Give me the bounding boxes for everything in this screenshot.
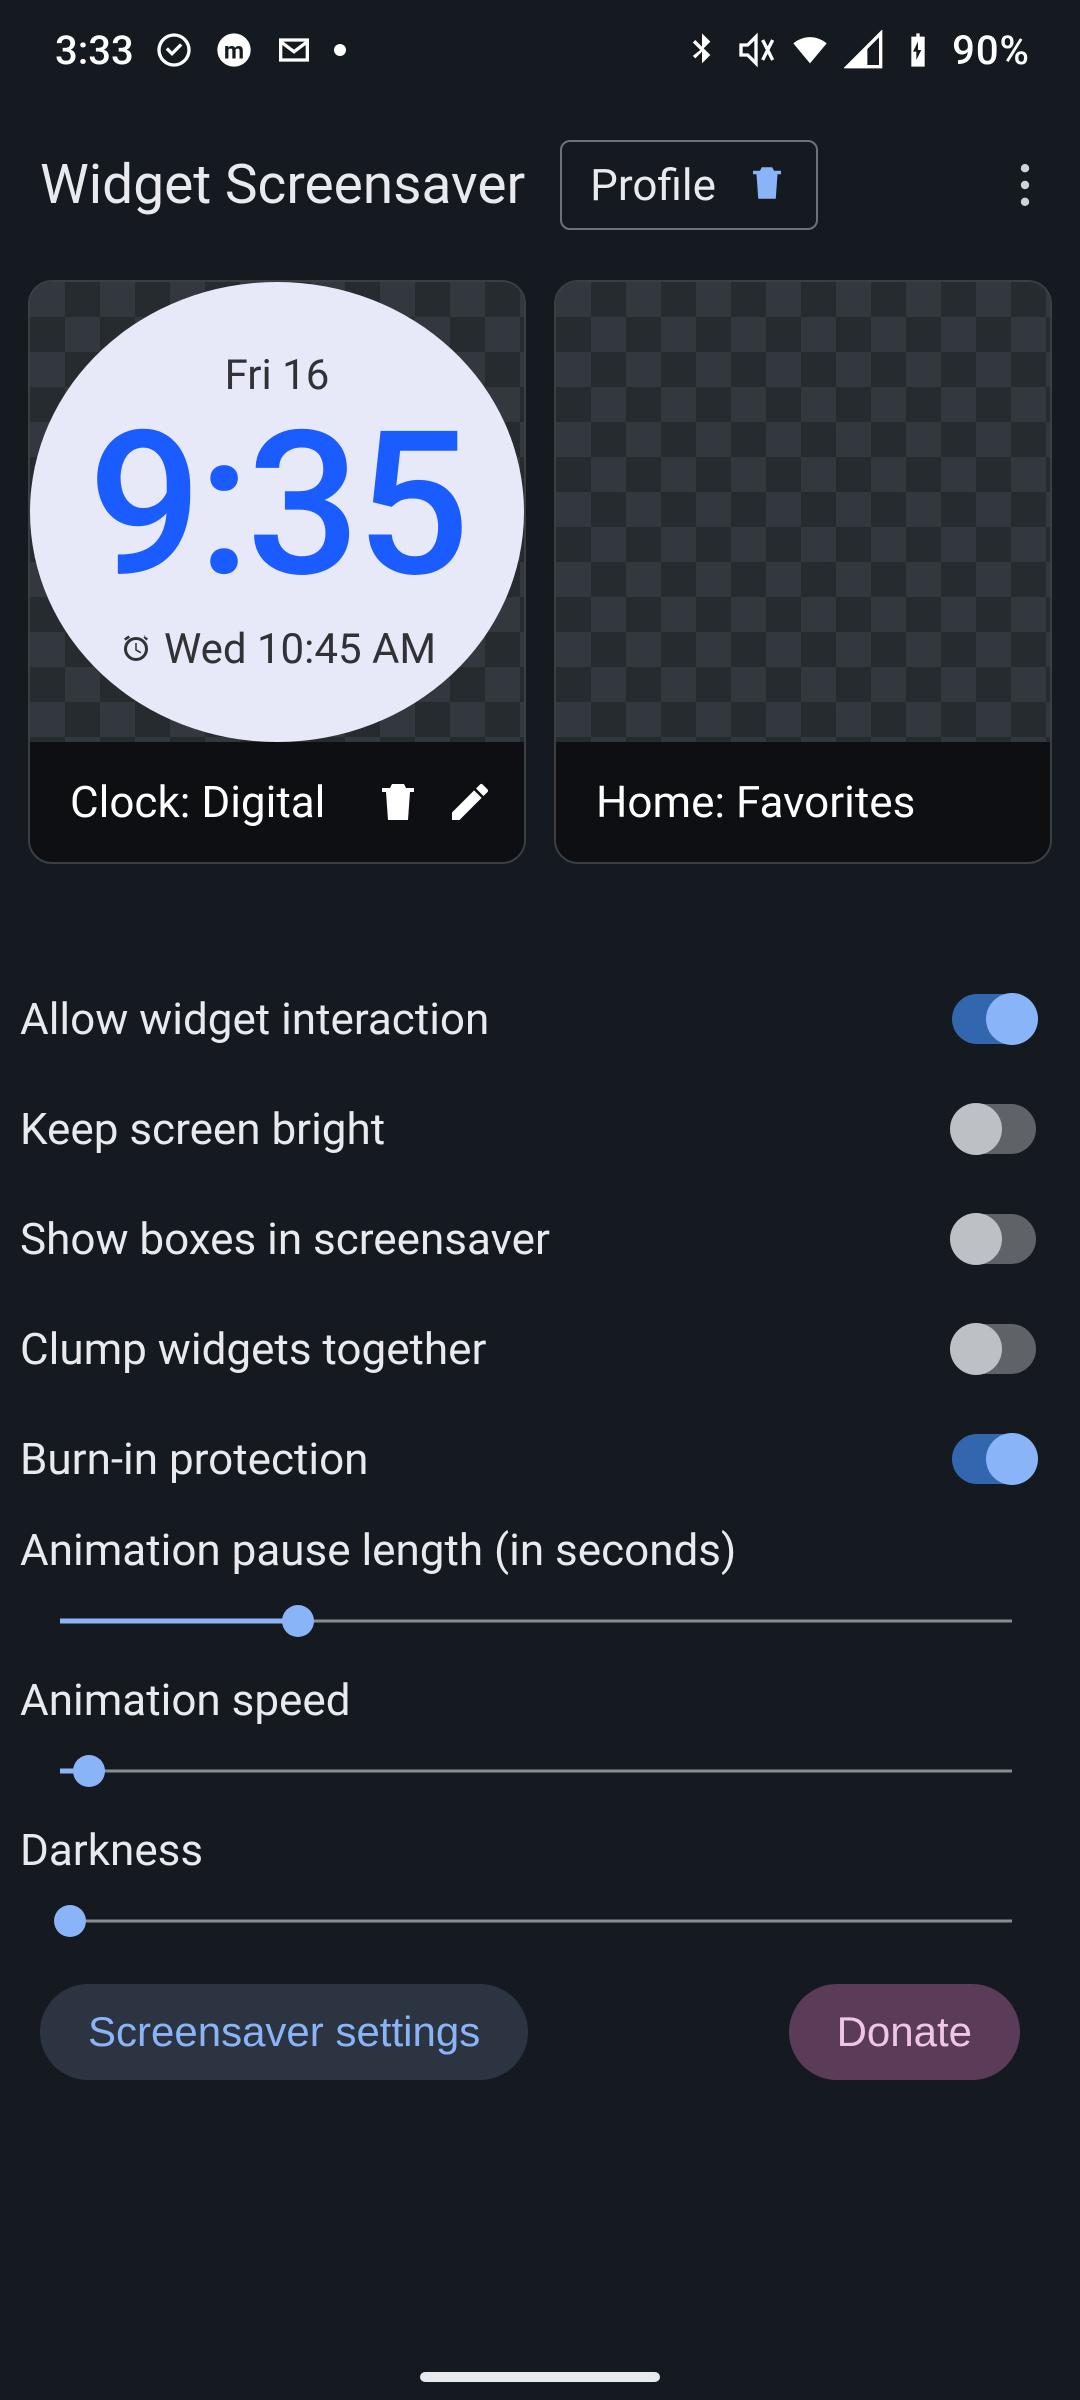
signal-icon — [844, 30, 884, 70]
status-time: 3:33 — [55, 27, 134, 74]
setting-keep-screen-bright[interactable]: Keep screen bright — [20, 1074, 1050, 1184]
screensaver-settings-button[interactable]: Screensaver settings — [40, 1984, 528, 2080]
setting-animation-speed: Animation speed — [20, 1664, 1050, 1814]
checkmark-circle-icon — [154, 30, 194, 70]
setting-label: Keep screen bright — [20, 1103, 385, 1155]
clock-alarm: Wed 10:45 AM — [118, 625, 436, 674]
toggle-switch[interactable] — [952, 1214, 1036, 1264]
notification-dot-icon — [334, 44, 346, 56]
profile-label: Profile — [590, 159, 716, 211]
widget-card[interactable]: Fri 16 9:35 Wed 10:45 AM Clock: Digital — [28, 280, 526, 864]
overflow-menu-button[interactable] — [1000, 155, 1050, 215]
slider[interactable] — [60, 1756, 1012, 1786]
gmail-icon — [274, 30, 314, 70]
battery-charging-icon — [898, 30, 938, 70]
setting-darkness: Darkness — [20, 1814, 1050, 1964]
alarm-icon — [118, 631, 154, 667]
svg-text:m: m — [224, 36, 244, 64]
setting-label: Show boxes in screensaver — [20, 1213, 550, 1265]
clock-widget-preview: Fri 16 9:35 Wed 10:45 AM — [30, 282, 524, 742]
setting-label: Allow widget interaction — [20, 993, 489, 1045]
setting-label: Animation pause length (in seconds) — [20, 1524, 1036, 1576]
status-bar: 3:33 m 90% — [0, 0, 1080, 100]
page-title: Widget Screensaver — [40, 153, 525, 217]
gesture-nav-handle[interactable] — [420, 2372, 660, 2382]
setting-label: Darkness — [20, 1824, 1036, 1876]
widget-card-title: Clock: Digital — [70, 776, 350, 828]
toggle-switch[interactable] — [952, 994, 1036, 1044]
toggle-switch[interactable] — [952, 1104, 1036, 1154]
clock-time: 9:35 — [88, 405, 466, 605]
widget-cards-row[interactable]: Fri 16 9:35 Wed 10:45 AM Clock: Digital … — [0, 280, 1080, 864]
delete-profile-button[interactable] — [746, 159, 788, 211]
setting-clump-widgets[interactable]: Clump widgets together — [20, 1294, 1050, 1404]
setting-animation-pause: Animation pause length (in seconds) — [20, 1514, 1050, 1664]
toggle-switch[interactable] — [952, 1434, 1036, 1484]
toggle-switch[interactable] — [952, 1324, 1036, 1374]
wifi-icon — [790, 30, 830, 70]
profile-selector[interactable]: Profile — [560, 140, 818, 230]
delete-widget-button[interactable] — [374, 778, 422, 826]
widget-preview — [556, 282, 1050, 742]
setting-allow-widget-interaction[interactable]: Allow widget interaction — [20, 964, 1050, 1074]
mute-icon — [736, 30, 776, 70]
app-header: Widget Screensaver Profile — [0, 100, 1080, 270]
setting-label: Burn-in protection — [20, 1433, 368, 1485]
slider[interactable] — [60, 1606, 1012, 1636]
slider[interactable] — [60, 1906, 1012, 1936]
widget-preview: Fri 16 9:35 Wed 10:45 AM — [30, 282, 524, 742]
setting-label: Clump widgets together — [20, 1323, 486, 1375]
settings-list: Allow widget interaction Keep screen bri… — [0, 864, 1080, 2080]
setting-burn-in-protection[interactable]: Burn-in protection — [20, 1404, 1050, 1514]
app-m-icon: m — [214, 30, 254, 70]
widget-card-title: Home: Favorites — [596, 776, 1020, 828]
bluetooth-icon — [682, 30, 722, 70]
setting-show-boxes[interactable]: Show boxes in screensaver — [20, 1184, 1050, 1294]
battery-percent: 90% — [952, 27, 1030, 74]
setting-label: Animation speed — [20, 1674, 1036, 1726]
widget-card[interactable]: Home: Favorites — [554, 280, 1052, 864]
donate-button[interactable]: Donate — [789, 1984, 1020, 2080]
edit-widget-button[interactable] — [446, 778, 494, 826]
